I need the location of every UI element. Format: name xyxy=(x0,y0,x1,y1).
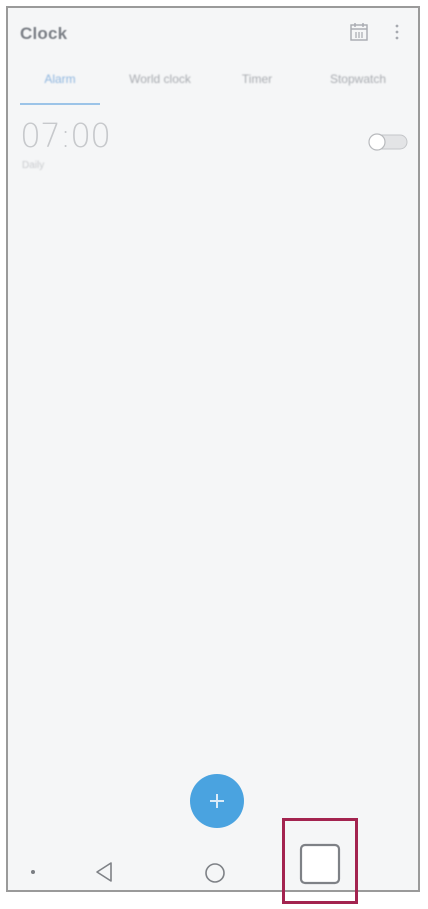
add-alarm-button[interactable] xyxy=(190,774,244,828)
alarm-time: 07:00 xyxy=(20,116,111,155)
calendar-icon[interactable] xyxy=(349,22,369,42)
phone-screen: Clock Alarm World clock Timer Stopwatch … xyxy=(6,6,420,892)
tab-stopwatch[interactable]: Stopwatch xyxy=(308,72,408,86)
app-title: Clock xyxy=(20,24,68,43)
circle-home-icon[interactable] xyxy=(204,862,226,884)
tab-alarm[interactable]: Alarm xyxy=(20,72,100,86)
recents-button[interactable] xyxy=(282,818,358,904)
tab-timer[interactable]: Timer xyxy=(222,72,292,86)
nav-indicator-dot xyxy=(31,870,35,874)
more-vert-icon[interactable] xyxy=(392,22,402,42)
square-recents-icon xyxy=(299,843,341,885)
alarm-repeat-label: Daily xyxy=(22,160,45,171)
tab-world-clock[interactable]: World clock xyxy=(110,72,210,86)
alarm-list-item[interactable]: 07:00 Daily xyxy=(8,116,418,186)
app-bar: Clock xyxy=(8,8,418,62)
plus-icon xyxy=(210,794,224,808)
tab-bar: Alarm World clock Timer Stopwatch xyxy=(8,64,418,108)
alarm-toggle[interactable] xyxy=(368,132,408,152)
active-tab-indicator xyxy=(20,103,100,105)
triangle-back-icon[interactable] xyxy=(94,860,114,884)
